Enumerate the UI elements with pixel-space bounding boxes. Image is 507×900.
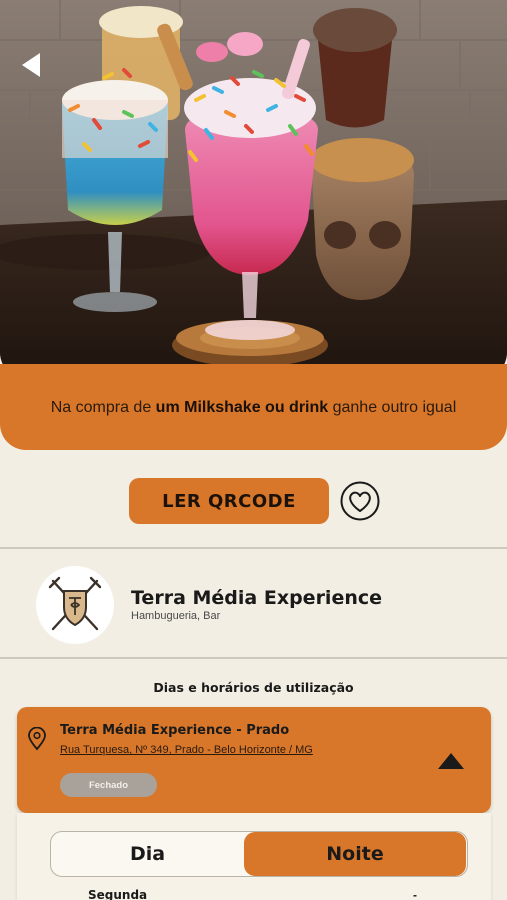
map-pin-icon: [28, 727, 46, 751]
period-segmented-control: Dia Noite: [50, 831, 468, 877]
milkshake-photo: [0, 0, 507, 380]
location-title: Terra Média Experience - Prado: [60, 723, 290, 738]
triangle-up-icon[interactable]: [437, 751, 465, 771]
venue-logo: [36, 566, 114, 644]
promo-suffix: ganhe outro igual: [328, 399, 457, 416]
schedule-day-label: Segunda: [88, 888, 148, 900]
divider: [0, 547, 507, 549]
heart-icon[interactable]: [340, 481, 380, 521]
divider: [0, 657, 507, 659]
location-card[interactable]: Terra Média Experience - Prado Rua Turqu…: [17, 707, 491, 813]
schedule-panel: Dia Noite Segunda -: [17, 813, 491, 900]
venue-categories: Hambugueria, Bar: [131, 610, 221, 622]
schedule-day-hours: -: [413, 888, 417, 900]
venue-name: Terra Média Experience: [131, 587, 383, 609]
location-address-link[interactable]: Rua Turquesa, Nº 349, Prado - Belo Horiz…: [60, 744, 313, 756]
status-badge: Fechado: [60, 773, 157, 797]
hero-image: [0, 0, 507, 380]
promo-prefix: Na compra de: [50, 399, 156, 416]
crossed-swords-shield-icon: [48, 576, 102, 631]
tab-dia[interactable]: Dia: [51, 832, 244, 876]
promo-highlight: um Milkshake ou drink: [155, 399, 329, 416]
promo-banner: Na compra de um Milkshake ou drink ganhe…: [0, 364, 507, 450]
schedule-section-title: Dias e horários de utilização: [153, 680, 354, 695]
tab-noite[interactable]: Noite: [244, 832, 466, 876]
read-qrcode-button[interactable]: LER QRCODE: [129, 478, 329, 524]
back-arrow-icon[interactable]: [18, 50, 44, 80]
